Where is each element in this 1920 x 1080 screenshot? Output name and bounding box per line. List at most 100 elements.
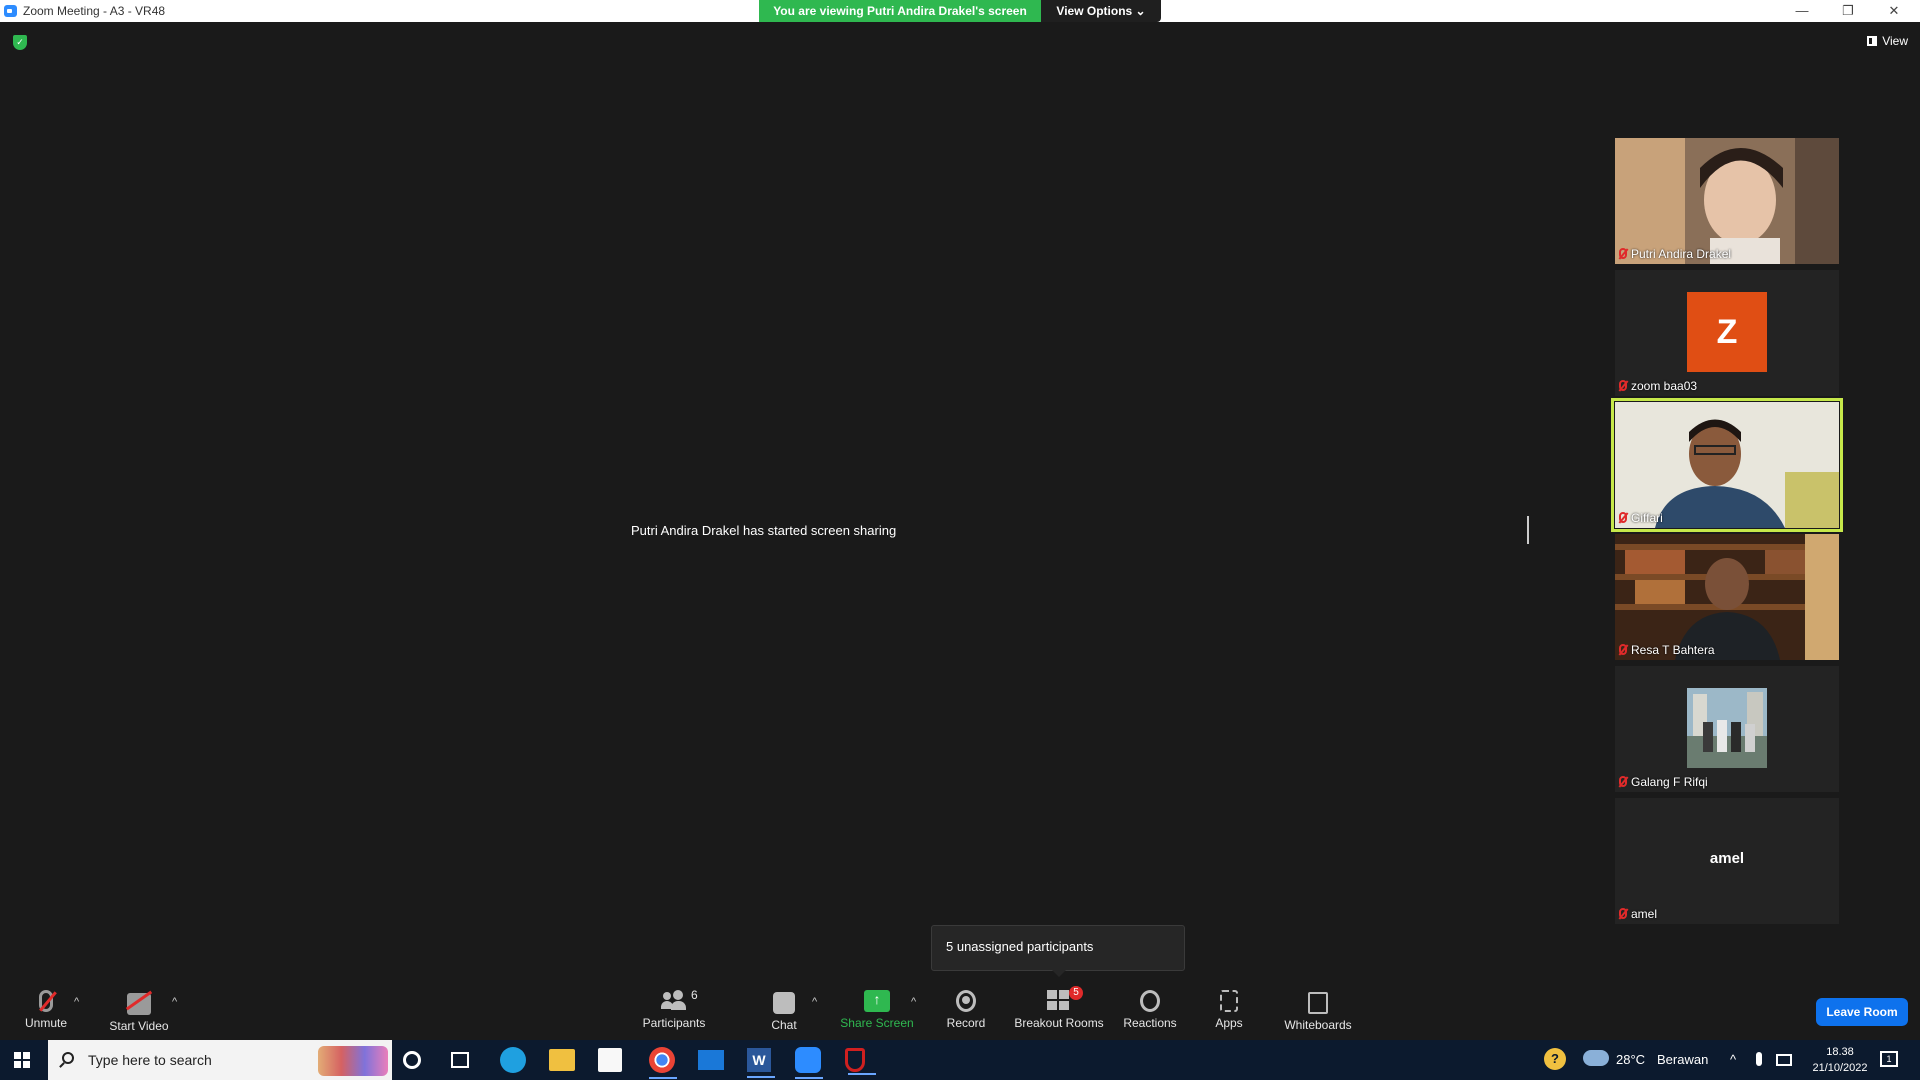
taskbar-clock[interactable]: 18.38 21/10/2022 bbox=[1808, 1044, 1872, 1076]
whiteboard-icon bbox=[1308, 992, 1328, 1014]
minimize-button[interactable]: — bbox=[1780, 0, 1824, 22]
participant-name: zoom baa03 bbox=[1619, 379, 1697, 393]
chrome-icon[interactable] bbox=[649, 1047, 677, 1079]
search-placeholder: Type here to search bbox=[88, 1052, 212, 1068]
edge-browser-icon[interactable] bbox=[500, 1047, 526, 1073]
search-icon bbox=[62, 1052, 74, 1064]
window-title: Zoom Meeting - A3 - VR48 bbox=[23, 4, 166, 18]
breakout-rooms-button[interactable]: 5 Breakout Rooms bbox=[1012, 986, 1106, 1036]
record-button[interactable]: Record bbox=[942, 990, 990, 1036]
participant-video bbox=[1615, 138, 1839, 264]
participant-tile-zoom-baa03[interactable]: Z zoom baa03 bbox=[1615, 270, 1839, 396]
reactions-button[interactable]: Reactions bbox=[1122, 990, 1178, 1036]
whiteboards-label: Whiteboards bbox=[1284, 1018, 1352, 1032]
windows-start-icon[interactable] bbox=[14, 1052, 30, 1068]
zoom-taskbar-icon[interactable] bbox=[795, 1047, 823, 1079]
weather-cloud-icon[interactable] bbox=[1583, 1050, 1609, 1066]
close-button[interactable]: ✕ bbox=[1872, 0, 1916, 22]
microsoft-store-icon[interactable] bbox=[598, 1048, 622, 1072]
share-options-caret[interactable]: ^ bbox=[911, 996, 916, 1008]
notification-center-icon[interactable]: 1 bbox=[1880, 1051, 1898, 1067]
apps-icon bbox=[1220, 990, 1238, 1012]
notification-count: 1 bbox=[1886, 1054, 1892, 1064]
unmute-button[interactable]: Unmute bbox=[20, 990, 72, 1036]
apps-button[interactable]: Apps bbox=[1212, 990, 1246, 1036]
participant-tile-galang[interactable]: Galang F Rifqi bbox=[1615, 666, 1839, 792]
search-highlight-image bbox=[318, 1046, 388, 1076]
participant-video bbox=[1615, 402, 1839, 528]
start-video-button[interactable]: Start Video bbox=[104, 990, 174, 1036]
muted-mic-icon bbox=[1619, 908, 1627, 919]
participants-button[interactable]: 6 Participants bbox=[636, 988, 712, 1036]
file-explorer-icon[interactable] bbox=[549, 1049, 575, 1071]
participant-tile-resa[interactable]: Resa T Bahtera bbox=[1615, 534, 1839, 660]
muted-microphone-icon bbox=[39, 990, 53, 1012]
breakout-rooms-icon: 5 bbox=[1047, 986, 1083, 1012]
taskbar-search-box[interactable]: Type here to search bbox=[48, 1040, 392, 1080]
chat-label: Chat bbox=[771, 1018, 797, 1032]
whiteboards-button[interactable]: Whiteboards bbox=[1282, 990, 1354, 1036]
microphone-tray-icon[interactable] bbox=[1756, 1052, 1762, 1066]
muted-mic-icon bbox=[1619, 248, 1627, 259]
apps-label: Apps bbox=[1215, 1016, 1243, 1030]
record-label: Record bbox=[946, 1016, 986, 1030]
share-screen-button[interactable]: ↑ Share Screen bbox=[840, 990, 914, 1036]
participants-count: 6 bbox=[691, 988, 698, 1002]
windows-taskbar: Type here to search W ? 28°C Berawan ^ 1… bbox=[0, 1040, 1920, 1080]
participant-display-name: amel bbox=[1709, 850, 1745, 867]
clock-date: 21/10/2022 bbox=[1812, 1062, 1868, 1074]
audio-options-caret[interactable]: ^ bbox=[74, 996, 79, 1008]
share-screen-label: Share Screen bbox=[840, 1016, 914, 1030]
antivirus-icon[interactable] bbox=[845, 1048, 876, 1075]
unmute-label: Unmute bbox=[24, 1016, 68, 1030]
maximize-button[interactable]: ❐ bbox=[1826, 0, 1870, 22]
participant-name: Resa T Bahtera bbox=[1619, 643, 1715, 657]
muted-mic-icon bbox=[1619, 644, 1627, 655]
mail-icon[interactable] bbox=[698, 1050, 724, 1070]
mouse-cursor bbox=[1527, 516, 1529, 544]
start-video-label: Start Video bbox=[109, 1019, 169, 1033]
screen-share-banner: You are viewing Putri Andira Drakel's sc… bbox=[759, 0, 1041, 22]
participant-name: Giffari bbox=[1619, 511, 1663, 525]
chat-button[interactable]: Chat bbox=[764, 990, 804, 1036]
weather-temperature[interactable]: 28°C bbox=[1616, 1052, 1645, 1067]
chat-options-caret[interactable]: ^ bbox=[812, 996, 817, 1008]
muted-mic-icon bbox=[1619, 776, 1627, 787]
cortana-icon[interactable] bbox=[403, 1051, 421, 1069]
participant-name: Galang F Rifqi bbox=[1619, 775, 1708, 789]
share-screen-arrow-icon: ↑ bbox=[864, 990, 890, 1012]
video-options-caret[interactable]: ^ bbox=[172, 996, 177, 1008]
participant-tile-giffari[interactable]: Giffari bbox=[1611, 398, 1843, 532]
screen-share-message: Putri Andira Drakel has started screen s… bbox=[631, 523, 897, 538]
clock-time: 18.38 bbox=[1826, 1046, 1854, 1058]
participants-label: Participants bbox=[642, 1016, 706, 1030]
participant-avatar: Z bbox=[1687, 292, 1767, 372]
word-icon[interactable]: W bbox=[747, 1048, 775, 1078]
participant-tile-amel[interactable]: amel amel bbox=[1615, 798, 1839, 924]
task-view-icon[interactable] bbox=[451, 1052, 469, 1068]
reactions-smiley-icon bbox=[1140, 990, 1160, 1012]
view-label: View bbox=[1882, 34, 1908, 48]
view-grid-icon bbox=[1867, 36, 1878, 46]
participants-icon: 6 bbox=[661, 988, 698, 1012]
view-button[interactable]: View bbox=[1867, 34, 1908, 48]
view-options-button[interactable]: View Options ⌄ bbox=[1041, 0, 1161, 22]
record-icon bbox=[956, 990, 976, 1012]
help-icon[interactable]: ? bbox=[1544, 1048, 1566, 1070]
participant-tile-putri[interactable]: Putri Andira Drakel bbox=[1615, 138, 1839, 264]
breakout-rooms-label: Breakout Rooms bbox=[1014, 1016, 1104, 1030]
network-icon[interactable] bbox=[1776, 1054, 1792, 1066]
zoom-logo-icon bbox=[4, 5, 17, 17]
breakout-rooms-badge: 5 bbox=[1069, 986, 1083, 1000]
encryption-shield-icon[interactable]: ✓ bbox=[13, 35, 27, 50]
tray-expand-chevron-icon[interactable]: ^ bbox=[1730, 1052, 1736, 1067]
muted-mic-icon bbox=[1619, 512, 1627, 523]
video-off-icon bbox=[127, 993, 151, 1015]
participant-video bbox=[1615, 534, 1839, 660]
participant-name: Putri Andira Drakel bbox=[1619, 247, 1731, 261]
chat-bubble-icon bbox=[773, 992, 795, 1014]
leave-room-button[interactable]: Leave Room bbox=[1816, 998, 1908, 1026]
weather-condition[interactable]: Berawan bbox=[1657, 1052, 1708, 1067]
participant-name: amel bbox=[1619, 907, 1657, 921]
muted-mic-icon bbox=[1619, 380, 1627, 391]
